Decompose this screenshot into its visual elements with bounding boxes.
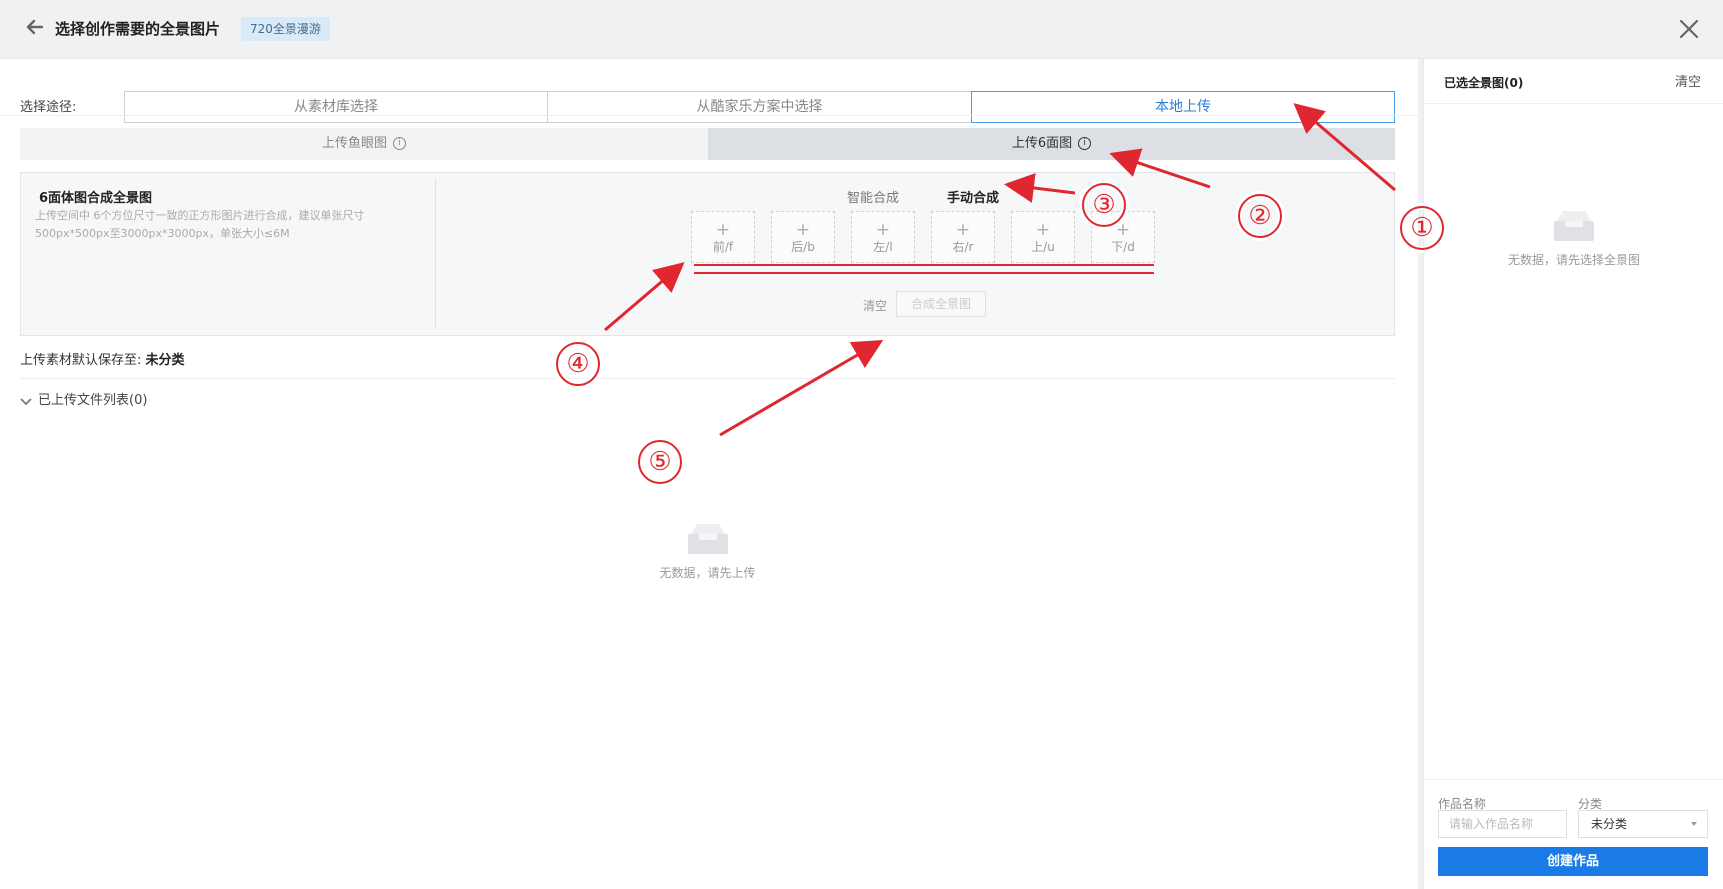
slot-label: 后/b — [791, 240, 815, 254]
tab-six-face[interactable]: 上传6面图 i — [708, 128, 1395, 160]
panel-description: 上传空间中 6个方位尺寸一致的正方形图片进行合成，建议单张尺寸500px*500… — [35, 209, 365, 240]
selected-empty-state: 无数据，请先选择全景图 — [1464, 209, 1684, 268]
slot-label: 下/d — [1111, 240, 1135, 254]
chevron-down-icon — [20, 396, 32, 406]
annotation-marker-5: ⑤ — [638, 440, 682, 484]
upload-slot-right[interactable]: + 右/r — [931, 211, 995, 263]
route-option-local-upload[interactable]: 本地上传 — [971, 91, 1395, 123]
slot-label: 上/u — [1031, 240, 1055, 254]
save-to-category[interactable]: 未分类 — [146, 353, 185, 368]
panel-intro: 6面体图合成全景图 上传空间中 6个方位尺寸一致的正方形图片进行合成，建议单张尺… — [21, 173, 435, 335]
mode-tag: 720全景漫游 — [241, 17, 330, 41]
main-empty-text: 无数据，请先上传 — [659, 566, 756, 580]
clear-selected-button[interactable]: 清空 — [1675, 71, 1701, 90]
empty-box-icon — [1554, 211, 1594, 241]
upload-slot-left[interactable]: + 左/l — [851, 211, 915, 263]
category-select[interactable]: 未分类 — [1578, 810, 1708, 838]
divider — [0, 115, 1418, 116]
main-content: 选择途径: 从素材库选择 从酷家乐方案中选择 本地上传 上传鱼眼图 i 上传6面图… — [0, 59, 1418, 889]
selected-header: 已选全景图(0) — [1444, 76, 1524, 90]
divider — [20, 378, 1395, 379]
divider — [1424, 103, 1723, 104]
uploaded-file-list-toggle[interactable]: 已上传文件列表(0) — [20, 389, 147, 408]
tab-fisheye[interactable]: 上传鱼眼图 i — [20, 128, 708, 160]
dialog-header: 选择创作需要的全景图片 720全景漫游 — [0, 0, 1723, 59]
annotation-marker-3: ③ — [1082, 183, 1126, 227]
upload-type-tabs: 上传鱼眼图 i 上传6面图 i — [20, 128, 1395, 160]
route-selector: 选择途径: 从素材库选择 从酷家乐方案中选择 本地上传 — [20, 79, 1395, 123]
uploaded-file-list-label: 已上传文件列表(0) — [38, 393, 148, 408]
slot-label: 右/r — [952, 240, 974, 254]
annotation-underline — [694, 272, 1154, 274]
plus-icon: + — [715, 220, 731, 240]
upload-slot-up[interactable]: + 上/u — [1011, 211, 1075, 263]
slot-label: 前/f — [712, 240, 734, 254]
plus-icon: + — [955, 220, 971, 240]
empty-box-icon — [687, 524, 728, 554]
merge-panorama-button[interactable]: 合成全景图 — [896, 291, 986, 317]
selected-empty-text: 无数据，请先选择全景图 — [1507, 253, 1640, 267]
close-icon[interactable] — [1676, 16, 1702, 42]
route-label: 选择途径: — [20, 100, 77, 115]
mode-manual-merge[interactable]: 手动合成 — [947, 187, 999, 206]
clear-slots-button[interactable]: 清空 — [863, 297, 887, 314]
annotation-underline — [694, 264, 1154, 266]
save-to-prefix: 上传素材默认保存至: — [20, 353, 142, 368]
tab-fisheye-label: 上传鱼眼图 — [321, 136, 387, 151]
caret-down-icon — [1691, 822, 1697, 826]
upload-slot-back[interactable]: + 后/b — [771, 211, 835, 263]
route-option-kujiale[interactable]: 从酷家乐方案中选择 — [547, 91, 972, 123]
divider — [1424, 779, 1723, 780]
upload-slot-front[interactable]: + 前/f — [691, 211, 755, 263]
main-empty-state: 无数据，请先上传 — [640, 522, 775, 581]
six-face-panel: 6面体图合成全景图 上传空间中 6个方位尺寸一致的正方形图片进行合成，建议单张尺… — [20, 172, 1395, 336]
dialog-title: 选择创作需要的全景图片 — [55, 20, 221, 38]
panel-heading: 6面体图合成全景图 — [39, 191, 153, 206]
tab-six-face-label: 上传6面图 — [1011, 136, 1073, 151]
back-arrow-icon[interactable] — [24, 16, 46, 38]
annotation-marker-4: ④ — [556, 342, 600, 386]
work-name-input[interactable] — [1438, 810, 1567, 838]
create-work-button[interactable]: 创建作品 — [1438, 847, 1708, 876]
selected-panel: 已选全景图(0) 清空 无数据，请先选择全景图 作品名称 分类 未分类 创建作品 — [1423, 59, 1723, 889]
panel-divider — [435, 178, 436, 328]
plus-icon: + — [1035, 220, 1051, 240]
plus-icon: + — [875, 220, 891, 240]
annotation-marker-2: ② — [1238, 194, 1282, 238]
mode-smart-merge[interactable]: 智能合成 — [847, 187, 899, 206]
slot-label: 左/l — [873, 240, 893, 254]
info-icon[interactable]: i — [393, 137, 406, 150]
save-to-info: 上传素材默认保存至: 未分类 — [20, 349, 185, 368]
info-icon[interactable]: i — [1078, 137, 1092, 150]
route-option-library[interactable]: 从素材库选择 — [124, 91, 548, 123]
plus-icon: + — [795, 220, 811, 240]
annotation-marker-1: ① — [1400, 206, 1444, 250]
category-select-value: 未分类 — [1591, 817, 1628, 831]
